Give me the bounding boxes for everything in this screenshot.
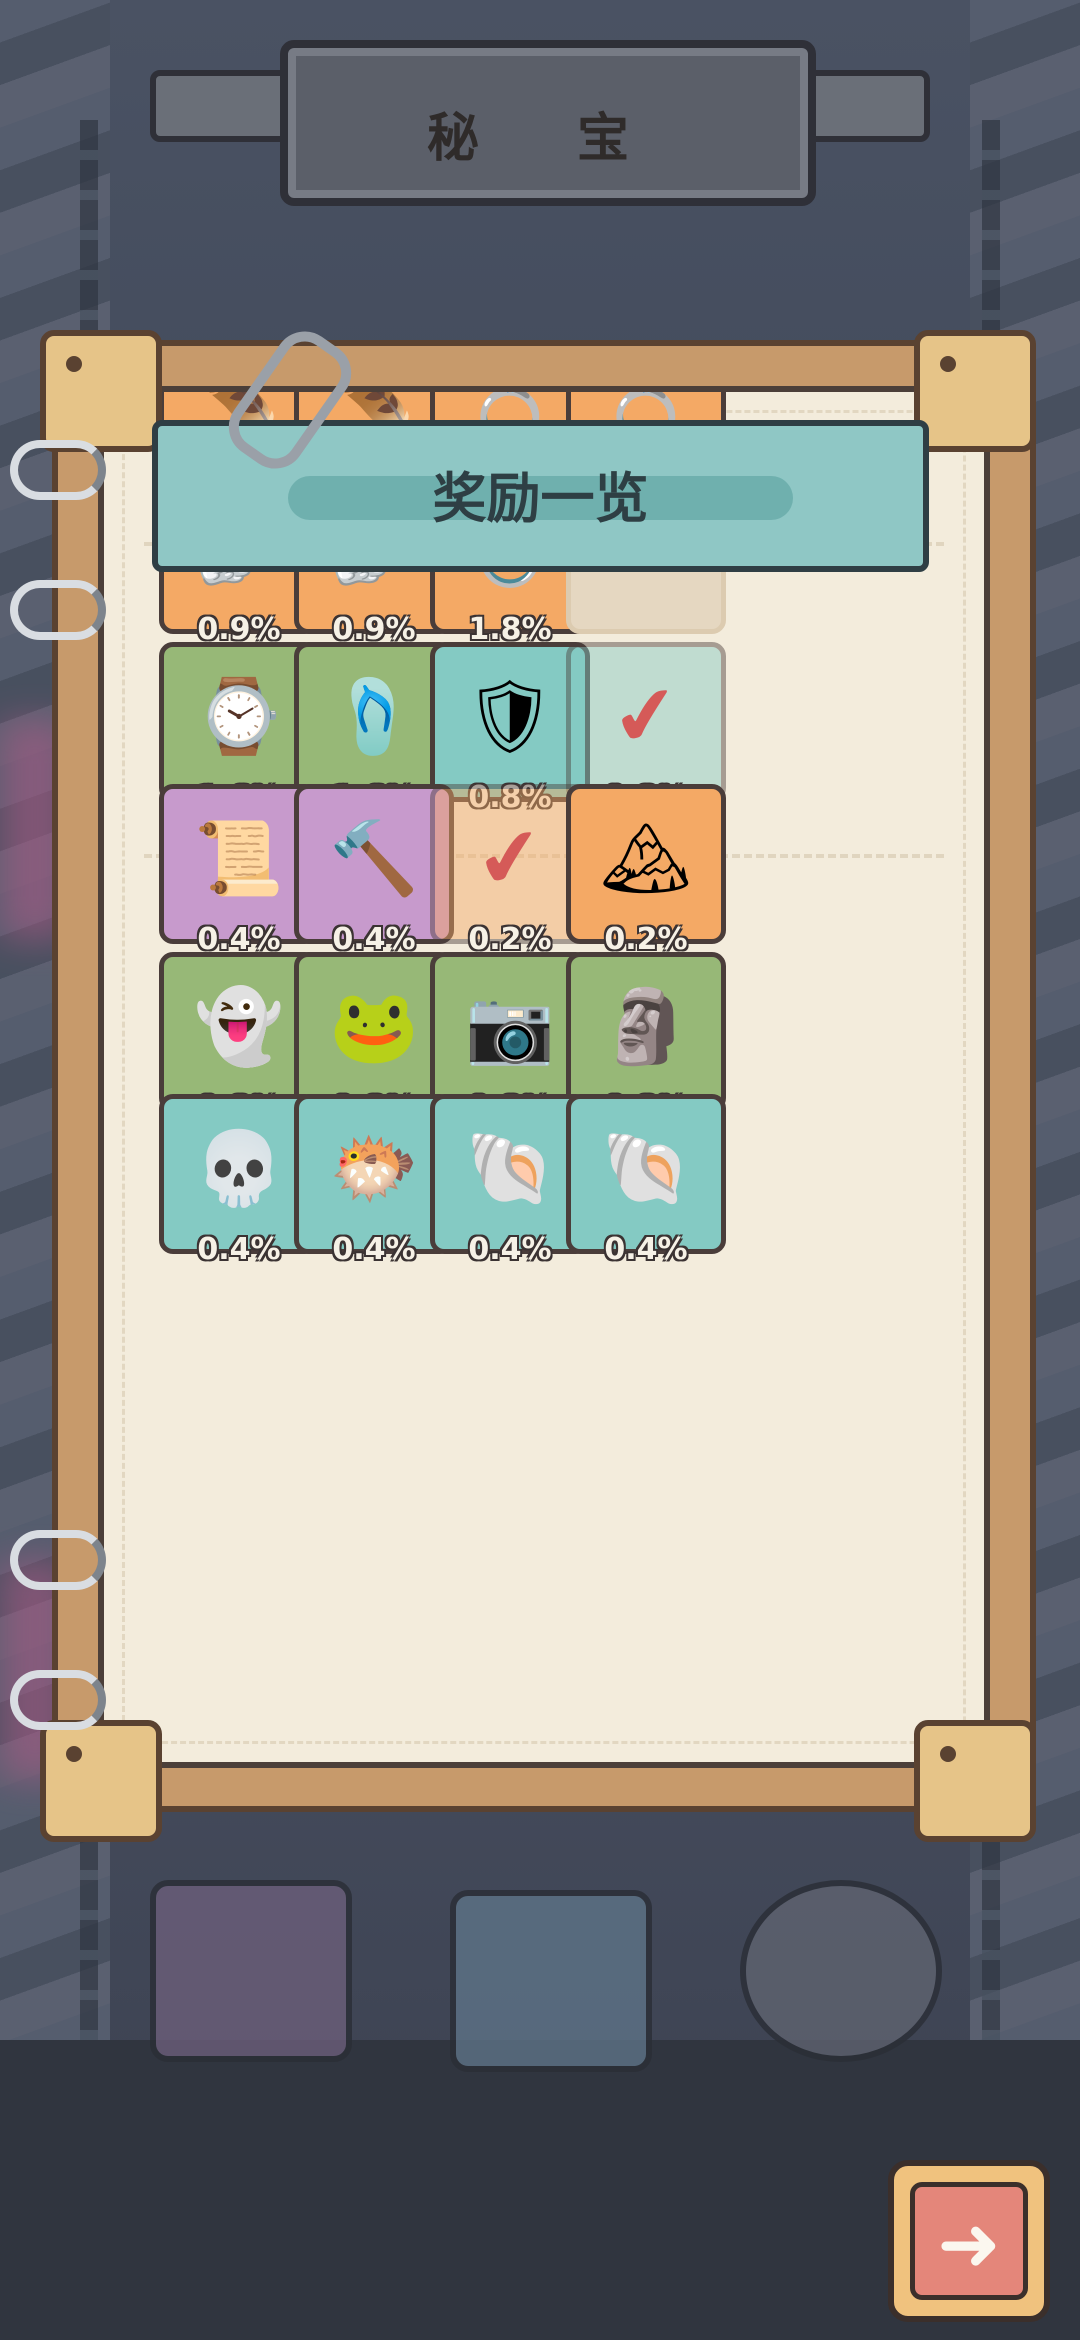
stone-head-icon: 🗿 bbox=[601, 983, 691, 1068]
sandal-icon: 🩴 bbox=[329, 673, 419, 758]
skull-icon: 💀 bbox=[194, 1125, 284, 1210]
reward-item[interactable]: ✔0.8% bbox=[566, 642, 726, 815]
round-shield-icon: 🛡 bbox=[464, 673, 556, 758]
film-reel-icon bbox=[740, 1880, 942, 2062]
camera-icon: 📷 bbox=[465, 983, 555, 1068]
binder-ring bbox=[10, 440, 106, 500]
bracelet-icon: ⌚ bbox=[194, 673, 284, 758]
arrow-right-icon: ➜ bbox=[937, 2199, 1001, 2288]
pufferfish-icon: 🐡 bbox=[329, 1125, 419, 1210]
collected-check-icon: ✔ bbox=[470, 806, 550, 909]
board-corner-bottom-left bbox=[40, 1720, 162, 1842]
drop-rate-label: 0.4% bbox=[604, 1232, 688, 1267]
next-button[interactable]: ➜ bbox=[888, 2160, 1050, 2322]
red-shell-icon: 🐚 bbox=[601, 1125, 691, 1210]
header-plaque: 秘 宝 bbox=[280, 40, 816, 206]
board-corner-top-right bbox=[914, 330, 1036, 452]
gem-chest-icon bbox=[450, 1890, 652, 2072]
reward-item[interactable]: 🐚 0.4% bbox=[566, 1094, 726, 1267]
snail-shell-icon: 🐚 bbox=[465, 1125, 555, 1210]
frog-icon: 🐸 bbox=[329, 983, 419, 1068]
scroll-icon: 📜 bbox=[194, 815, 284, 900]
reward-item[interactable]: 🏔 0.2% bbox=[566, 784, 726, 957]
binder-ring bbox=[10, 580, 106, 640]
board-corner-bottom-right bbox=[914, 1720, 1036, 1842]
reward-item[interactable]: 🗿0.8% bbox=[566, 952, 726, 1125]
binder-ring bbox=[10, 1670, 106, 1730]
reward-list-paper[interactable]: 🪶0.9%🪶0.9%💍2.7%💍2.7%🪽0.9%🪽0.9%💍1.8%⌚1.6%… bbox=[98, 386, 990, 1768]
board-corner-top-left bbox=[40, 330, 162, 452]
volcano-icon: 🏔 bbox=[600, 815, 692, 900]
binder-ring bbox=[10, 1530, 106, 1590]
page-title: 秘 宝 bbox=[426, 109, 670, 169]
next-button-inner: ➜ bbox=[910, 2182, 1028, 2300]
ghost-icon: 👻 bbox=[194, 983, 284, 1068]
hammer-icon: 🔨 bbox=[329, 815, 419, 900]
collected-check-icon: ✔ bbox=[606, 664, 686, 767]
reward-grid: 🪶0.9%🪶0.9%💍2.7%💍2.7%🪽0.9%🪽0.9%💍1.8%⌚1.6%… bbox=[104, 392, 984, 1762]
spiked-chest-icon bbox=[150, 1880, 352, 2062]
